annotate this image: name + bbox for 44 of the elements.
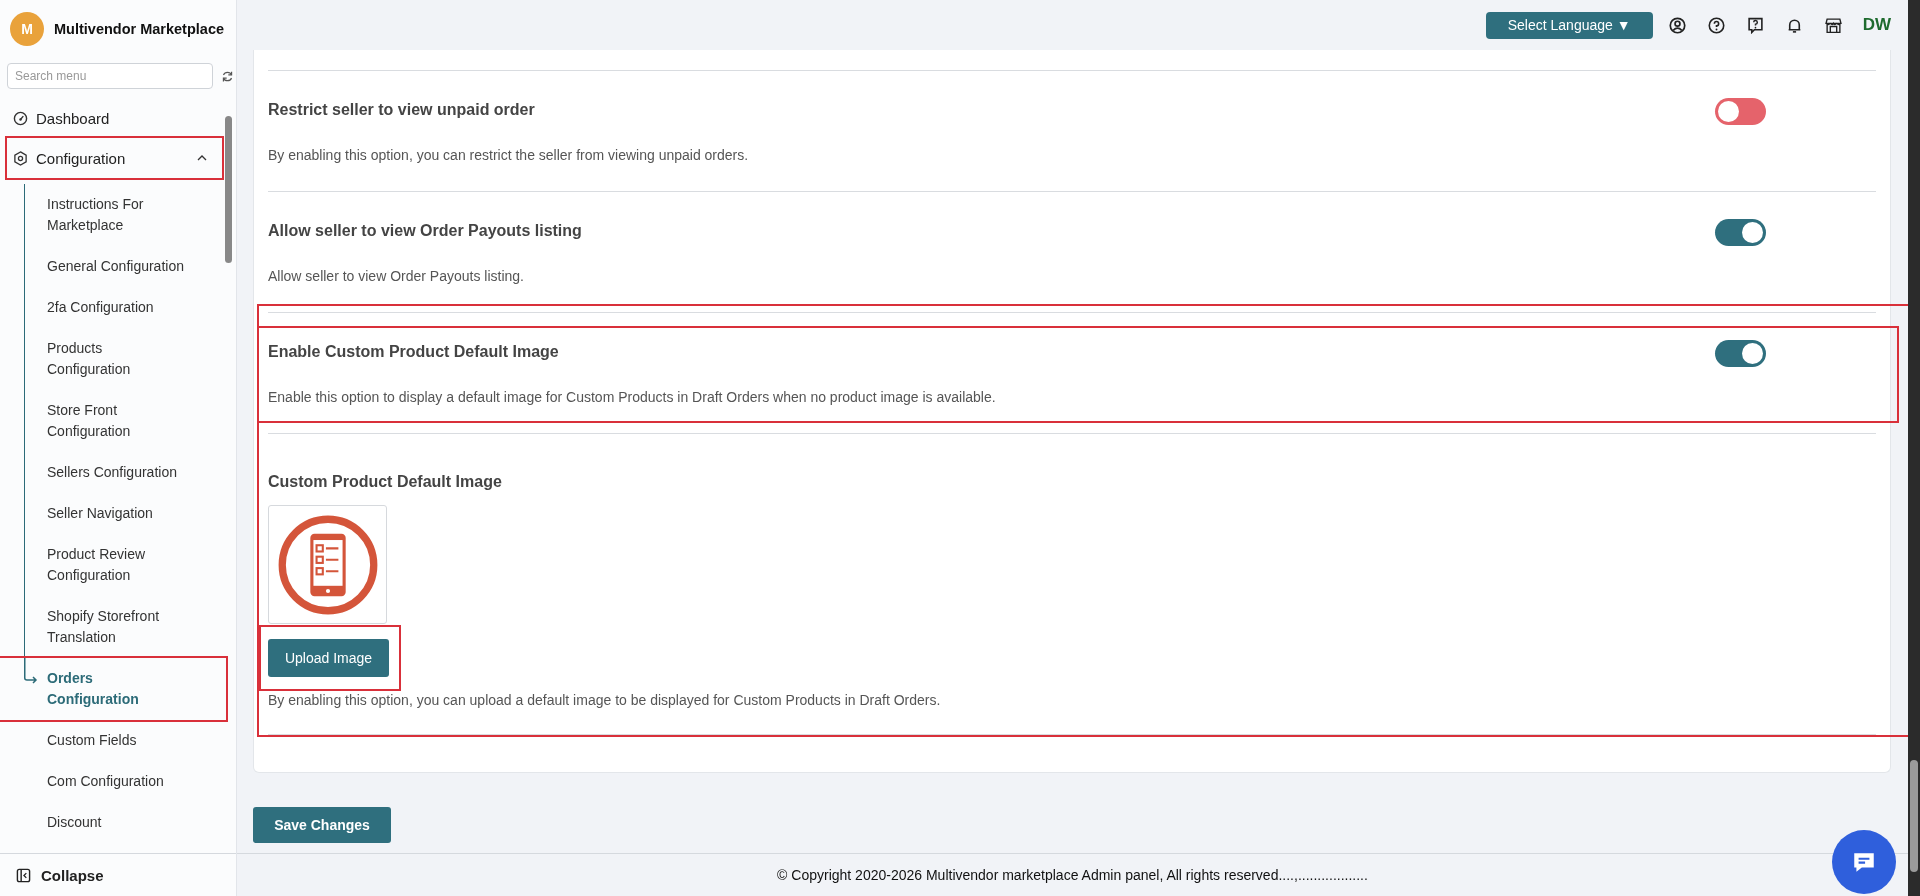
- setting-title: Allow seller to view Order Payouts listing: [268, 222, 583, 240]
- help-icon[interactable]: [1707, 16, 1725, 34]
- nav-subitem[interactable]: 2fa Configuration: [7, 287, 222, 328]
- nav-subitem[interactable]: Store Front Configuration: [7, 390, 222, 452]
- setting-description: By enabling this option, you can upload a default image to be displayed for Custom Products in Draft Orders.: [268, 692, 942, 708]
- nav-subitem[interactable]: General Configuration: [7, 246, 222, 287]
- nav-subitem[interactable]: Product Review Configuration: [7, 534, 222, 596]
- nav-subitem[interactable]: Orders Configuration: [0, 658, 226, 720]
- search-field[interactable]: Search menu: [7, 63, 213, 89]
- language-select[interactable]: Select Language ▼: [1485, 11, 1653, 39]
- refresh-icon[interactable]: [221, 69, 234, 83]
- nav-subitem[interactable]: Sellers Configuration: [7, 452, 222, 493]
- account-icon[interactable]: [1668, 16, 1686, 34]
- nav-subitem[interactable]: Discount: [7, 802, 222, 843]
- scrollbar[interactable]: [1908, 0, 1920, 896]
- nav-subitem[interactable]: Shopify Storefront Translation: [7, 596, 222, 658]
- toggle-switch[interactable]: [1715, 219, 1766, 246]
- toggle-switch[interactable]: [1715, 340, 1766, 367]
- save-changes-button[interactable]: Save Changes: [253, 807, 391, 843]
- nav-subitem[interactable]: Com Configuration: [7, 761, 222, 802]
- store-icon[interactable]: [1824, 16, 1842, 34]
- question-chat-icon[interactable]: [1746, 16, 1764, 34]
- collapse-button[interactable]: Collapse: [0, 853, 236, 896]
- setting-description: By enabling this option, you can restrict the seller from viewing unpaid orders.: [268, 147, 750, 163]
- settings-icon: [13, 150, 28, 166]
- setting-description: Allow seller to view Order Payouts listing.: [268, 268, 525, 284]
- setting-description: Enable this option to display a default image for Custom Products in Draft Orders when no product image is available.: [268, 389, 997, 405]
- nav-group[interactable]: Configuration: [7, 138, 222, 178]
- toggle-switch[interactable]: [1715, 98, 1766, 125]
- copyright-text: © Copyright 2020-2026 Multivendor marketplace Admin panel, All rights reserved....,..................: [777, 867, 1368, 883]
- brand-avatar: M: [10, 11, 44, 46]
- nav-item[interactable]: Dashboard: [7, 98, 222, 138]
- setting-title: Custom Product Default Image: [268, 473, 503, 491]
- nav-subitem[interactable]: Instructions For Marketplace: [7, 184, 222, 246]
- nav-subitem[interactable]: Products Configuration: [7, 328, 222, 390]
- brand-name: Multivendor Marketplace: [54, 20, 224, 37]
- user-initials[interactable]: DW: [1862, 15, 1891, 35]
- nav-subitem[interactable]: Custom Fields: [7, 720, 222, 761]
- upload-image-button[interactable]: Upload Image: [268, 639, 389, 677]
- nav-subitem[interactable]: Seller Navigation: [7, 493, 222, 534]
- dashboard-icon: [13, 110, 28, 126]
- collapse-icon: [16, 867, 31, 883]
- setting-title: Enable Custom Product Default Image: [268, 343, 560, 361]
- setting-title: Restrict seller to view unpaid order: [268, 101, 536, 119]
